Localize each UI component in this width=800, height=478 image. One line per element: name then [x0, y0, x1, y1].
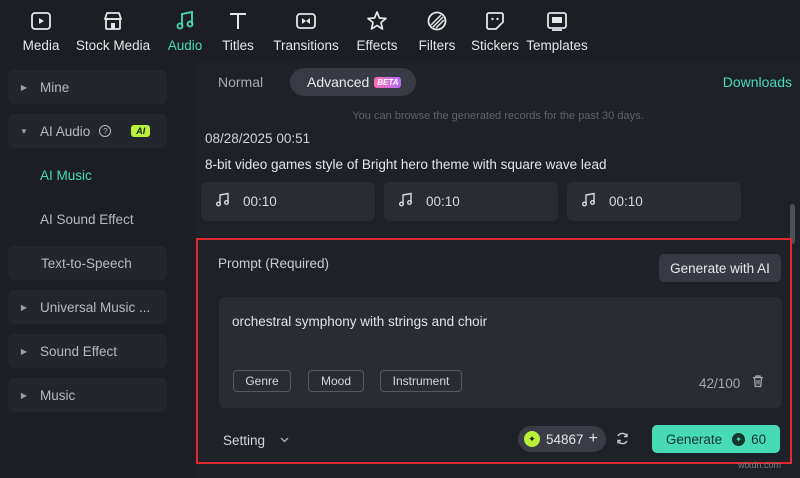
- prompt-label: Prompt (Required): [218, 256, 330, 271]
- audio-clip-card[interactable]: 00:10: [567, 182, 741, 221]
- toolbar-media[interactable]: Media: [16, 0, 66, 60]
- stock-media-icon: [100, 8, 126, 34]
- ai-badge: AI: [131, 125, 151, 137]
- music-note-icon: [581, 192, 597, 211]
- add-credits-icon[interactable]: +: [589, 430, 598, 448]
- prompt-panel: Prompt (Required) Generate with AI orche…: [196, 238, 792, 464]
- filters-icon: [424, 8, 450, 34]
- toolbar-label: Filters: [418, 38, 456, 53]
- sidebar-item-label: AI Audio: [40, 123, 91, 139]
- credits-value: 54867: [546, 431, 584, 447]
- prompt-input[interactable]: orchestral symphony with strings and cho…: [219, 297, 782, 408]
- downloads-link[interactable]: Downloads: [723, 74, 792, 90]
- record-timestamp: 08/28/2025 00:51: [205, 131, 311, 146]
- generate-label: Generate: [665, 431, 723, 447]
- mode-tabs: Normal Advanced BETA Downloads: [196, 62, 800, 102]
- credits-balance[interactable]: ✦ 54867 +: [518, 426, 606, 452]
- toolbar-filters[interactable]: Filters: [408, 0, 466, 60]
- generate-with-ai-button[interactable]: Generate with AI: [659, 254, 781, 282]
- chevron-right-icon: ▶: [20, 346, 28, 356]
- titles-t-icon: [225, 8, 251, 34]
- toolbar-label: Media: [22, 38, 60, 53]
- toolbar-templates[interactable]: Templates: [524, 0, 590, 60]
- toolbar-stock-media[interactable]: Stock Media: [66, 0, 160, 60]
- sidebar: ▶ Mine ▼ AI Audio ? AI AI Music AI Sound…: [0, 62, 196, 478]
- chip-instrument[interactable]: Instrument: [380, 370, 462, 392]
- sidebar-item-label: Music: [40, 387, 76, 403]
- credit-coin-icon: ✦: [732, 432, 746, 446]
- generate-button[interactable]: Generate ✦ 60: [652, 425, 780, 453]
- sidebar-item-label: Mine: [40, 79, 70, 95]
- sidebar-item-label: Text-to-Speech: [41, 255, 132, 271]
- chip-mood[interactable]: Mood: [308, 370, 364, 392]
- app-window: Media Stock Media Audio Titles Transitio…: [0, 0, 800, 478]
- chevron-right-icon: ▶: [20, 390, 28, 400]
- templates-icon: [544, 8, 570, 34]
- audio-clip-card[interactable]: 00:10: [201, 182, 375, 221]
- transitions-icon: [293, 8, 319, 34]
- tab-label: Advanced: [307, 74, 370, 90]
- sidebar-item-label: Sound Effect: [40, 343, 118, 359]
- sidebar-item-ai-audio[interactable]: ▼ AI Audio ? AI: [8, 114, 167, 148]
- toolbar-label: Stock Media: [75, 38, 151, 53]
- help-icon[interactable]: ?: [99, 125, 112, 137]
- sidebar-item-ai-sound-effect[interactable]: AI Sound Effect: [40, 212, 134, 227]
- toolbar-label: Effects: [356, 38, 398, 53]
- credit-coin-icon: ✦: [524, 431, 540, 447]
- chip-genre[interactable]: Genre: [233, 370, 291, 392]
- chevron-down-icon[interactable]: [279, 434, 290, 448]
- toolbar-label: Stickers: [470, 38, 519, 53]
- toolbar-label: Titles: [222, 38, 254, 53]
- stickers-icon: [482, 8, 508, 34]
- music-note-icon: [215, 192, 231, 211]
- clip-duration: 00:10: [609, 194, 643, 209]
- audio-clip-card[interactable]: 00:10: [384, 182, 558, 221]
- toolbar-transitions[interactable]: Transitions: [266, 0, 346, 60]
- sidebar-item-universal-music[interactable]: ▶ Universal Music ...: [8, 290, 167, 324]
- sidebar-item-text-to-speech[interactable]: Text-to-Speech: [8, 246, 167, 280]
- beta-badge: BETA: [374, 76, 402, 88]
- effects-star-icon: [364, 8, 390, 34]
- audio-note-icon: [172, 8, 198, 34]
- sidebar-item-ai-music[interactable]: AI Music: [40, 168, 92, 183]
- history-notice: You can browse the generated records for…: [352, 110, 644, 122]
- watermark: wtxdn.com: [738, 460, 782, 470]
- sidebar-item-sound-effect[interactable]: ▶ Sound Effect: [8, 334, 167, 368]
- clip-duration: 00:10: [243, 194, 277, 209]
- refresh-icon[interactable]: [615, 431, 631, 447]
- char-count: 42/100: [699, 376, 741, 391]
- toolbar-audio[interactable]: Audio: [160, 0, 210, 60]
- music-note-icon: [398, 192, 414, 211]
- toolbar-label: Audio: [167, 38, 203, 53]
- record-prompt: 8-bit video games style of Bright hero t…: [205, 157, 607, 172]
- generate-cost: 60: [751, 431, 767, 447]
- toolbar-titles[interactable]: Titles: [210, 0, 266, 60]
- toolbar-effects[interactable]: Effects: [346, 0, 408, 60]
- trash-icon[interactable]: [751, 374, 767, 390]
- toolbar-label: Templates: [526, 38, 588, 53]
- sidebar-item-label: Universal Music ...: [40, 299, 151, 315]
- toolbar-label: Transitions: [273, 38, 339, 53]
- prompt-text: orchestral symphony with strings and cho…: [232, 314, 488, 329]
- chevron-right-icon: ▶: [20, 302, 28, 312]
- clip-duration: 00:10: [426, 194, 460, 209]
- setting-dropdown[interactable]: Setting: [223, 433, 265, 448]
- toolbar-stickers[interactable]: Stickers: [466, 0, 524, 60]
- chevron-right-icon: ▶: [20, 82, 28, 92]
- top-toolbar: Media Stock Media Audio Titles Transitio…: [0, 0, 800, 60]
- tab-normal[interactable]: Normal: [218, 74, 263, 90]
- tab-advanced[interactable]: Advanced BETA: [290, 68, 416, 96]
- sidebar-item-music[interactable]: ▶ Music: [8, 378, 167, 412]
- media-icon: [28, 8, 54, 34]
- chevron-down-icon: ▼: [20, 126, 28, 136]
- sidebar-item-mine[interactable]: ▶ Mine: [8, 70, 167, 104]
